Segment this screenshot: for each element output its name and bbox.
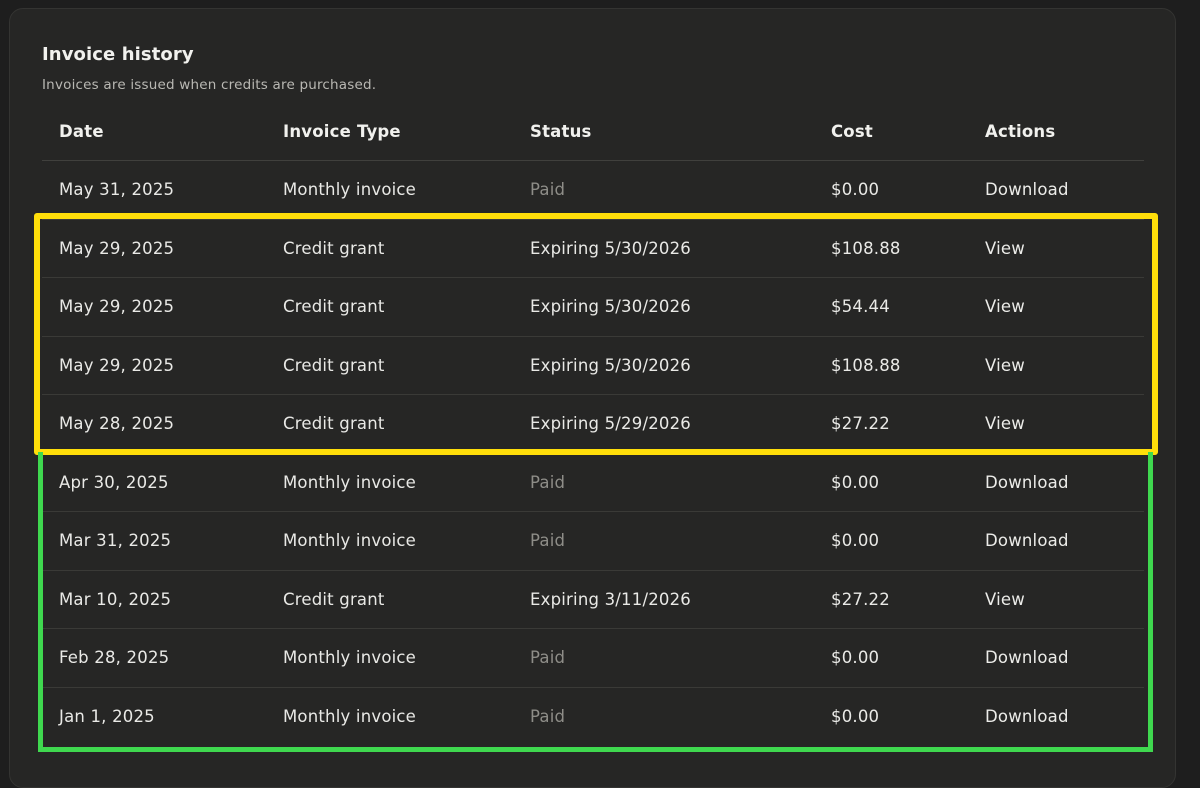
download-link[interactable]: Download — [985, 629, 1069, 687]
row-cost: $0.00 — [831, 648, 880, 667]
table-row: Apr 30, 2025 Monthly invoice Paid $0.00 Down… — [42, 454, 1144, 512]
row-cost: $0.00 — [831, 472, 880, 492]
row-invoice-type: Monthly invoice — [283, 648, 417, 667]
row-date: Mar 10, 2025 — [59, 589, 172, 609]
row-cost: $108.88 — [831, 238, 901, 258]
table-row: Jan 1, 2025 Monthly invoice Paid $0.00 Downl… — [42, 688, 1144, 747]
view-link[interactable]: View — [985, 337, 1025, 395]
row-status: Paid — [530, 706, 566, 726]
table-body: May 31, 2025 Monthly invoice Paid $0.00 Down… — [42, 161, 1144, 746]
row-date: Apr 30, 2025 — [59, 472, 169, 492]
row-date: May 28, 2025 — [59, 414, 175, 433]
row-date: Jan 1, 2025 — [59, 706, 155, 726]
page-subtitle: Invoices are issued when credits are pur… — [42, 77, 377, 93]
download-link[interactable]: Download — [985, 161, 1069, 219]
table-row: Mar 10, 2025 Credit grant Expiring 3/11/20… — [42, 571, 1144, 629]
invoice-table: Date Invoice Type Status Cost Actions Ma… — [42, 103, 1144, 746]
table-header: Date Invoice Type Status Cost Actions — [42, 103, 1144, 161]
row-date: May 29, 2025 — [59, 238, 175, 258]
row-cost: $27.22 — [831, 589, 890, 609]
view-link[interactable]: View — [985, 395, 1025, 453]
row-invoice-type: Monthly invoice — [283, 472, 417, 492]
row-invoice-type: Credit grant — [283, 238, 385, 258]
download-link[interactable]: Download — [985, 688, 1069, 746]
row-cost: $54.44 — [831, 297, 890, 316]
row-status: Paid — [530, 648, 566, 667]
row-date: May 29, 2025 — [59, 297, 175, 316]
row-cost: $0.00 — [831, 531, 880, 550]
table-row: Mar 31, 2025 Monthly invoice Paid $0.00 Down… — [42, 512, 1144, 571]
table-row: May 29, 2025 Credit grant Expiring 5/30/20… — [42, 337, 1144, 395]
column-header-actions: Actions — [985, 122, 1056, 141]
row-status: Expiring 5/30/2026 — [530, 355, 691, 375]
table-row: Feb 28, 2025 Monthly invoice Paid $0.00 Down… — [42, 629, 1144, 688]
row-cost: $0.00 — [831, 706, 880, 726]
row-invoice-type: Credit grant — [283, 589, 385, 609]
row-invoice-type: Monthly invoice — [283, 706, 417, 726]
row-date: May 29, 2025 — [59, 355, 175, 375]
row-status: Paid — [530, 472, 566, 492]
row-invoice-type: Monthly invoice — [283, 180, 417, 199]
row-status: Expiring 5/29/2026 — [530, 414, 691, 433]
table-row: May 29, 2025 Credit grant Expiring 5/30/20… — [42, 278, 1144, 337]
view-link[interactable]: View — [985, 278, 1025, 336]
row-date: May 31, 2025 — [59, 180, 175, 199]
row-cost: $27.22 — [831, 414, 890, 433]
row-invoice-type: Credit grant — [283, 355, 385, 375]
row-cost: $108.88 — [831, 355, 901, 375]
page-title: Invoice history — [42, 44, 194, 65]
row-invoice-type: Monthly invoice — [283, 531, 417, 550]
row-status: Paid — [530, 531, 566, 550]
row-status: Expiring 3/11/2026 — [530, 589, 691, 609]
row-date: Mar 31, 2025 — [59, 531, 172, 550]
view-link[interactable]: View — [985, 220, 1025, 278]
column-header-date: Date — [59, 122, 104, 141]
row-status: Expiring 5/30/2026 — [530, 238, 691, 258]
table-row: May 31, 2025 Monthly invoice Paid $0.00 Down… — [42, 161, 1144, 220]
view-link[interactable]: View — [985, 571, 1025, 629]
table-row: May 29, 2025 Credit grant Expiring 5/30/20… — [42, 220, 1144, 278]
row-cost: $0.00 — [831, 180, 880, 199]
row-status: Expiring 5/30/2026 — [530, 297, 691, 316]
row-status: Paid — [530, 180, 566, 199]
column-header-status: Status — [530, 122, 592, 141]
column-header-cost: Cost — [831, 122, 873, 141]
download-link[interactable]: Download — [985, 454, 1069, 512]
table-row: May 28, 2025 Credit grant Expiring 5/29/20… — [42, 395, 1144, 454]
row-date: Feb 28, 2025 — [59, 648, 170, 667]
row-invoice-type: Credit grant — [283, 297, 385, 316]
column-header-invoice-type: Invoice Type — [283, 122, 401, 141]
download-link[interactable]: Download — [985, 512, 1069, 570]
row-invoice-type: Credit grant — [283, 414, 385, 433]
